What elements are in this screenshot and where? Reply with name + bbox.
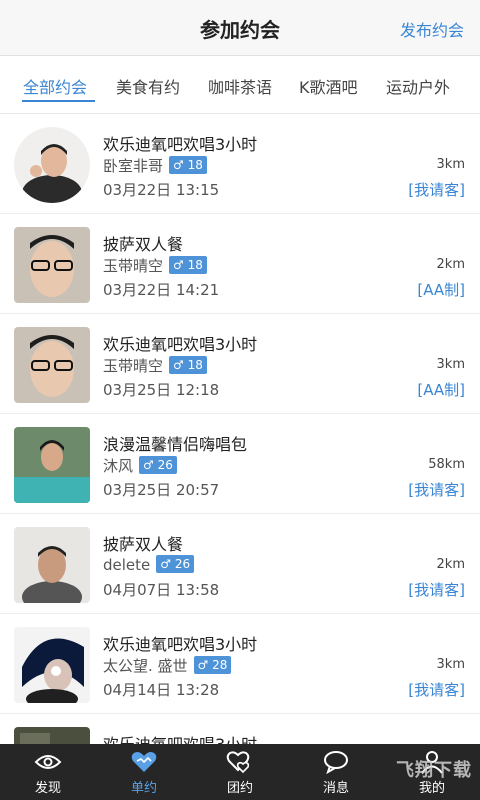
user-line: 卧室非哥 ♂ 18 [103, 155, 207, 176]
tab-coffee-tea[interactable]: 咖啡茶语 [208, 74, 272, 98]
gender-age-badge: ♂ 18 [169, 356, 207, 374]
publish-date-button[interactable]: 发布约会 [400, 17, 464, 41]
list-item[interactable]: 浪漫温馨情侣嗨唱包 沐风 ♂ 26 03月25日 20:57 58km [我请客] [0, 414, 480, 514]
nav-label: 消息 [322, 781, 349, 796]
gender-age-badge: ♂ 18 [169, 256, 207, 274]
avatar [14, 727, 90, 744]
payment-type: [我请客] [408, 481, 465, 499]
date-title: 披萨双人餐 [103, 535, 184, 554]
date-time: 04月07日 13:58 [103, 581, 220, 599]
age: 26 [174, 557, 191, 571]
list-item[interactable]: 欢乐迪氧吧欢唱3小时 太公望. 盛世 ♂ 28 04月14日 13:28 3km … [0, 614, 480, 714]
user-line: 沐风 ♂ 26 [103, 455, 177, 476]
user-line: delete ♂ 26 [103, 555, 195, 574]
avatar [14, 227, 90, 303]
date-time: 03月22日 14:21 [103, 281, 220, 299]
distance: 2km [436, 557, 465, 572]
tab-sports-outdoor[interactable]: 运动户外 [386, 74, 450, 98]
gender-age-badge: ♂ 26 [139, 456, 177, 474]
avatar [14, 127, 90, 203]
username: delete [103, 556, 151, 574]
username: 玉带晴空 [103, 357, 164, 375]
date-time: 04月14日 13:28 [103, 681, 220, 699]
group-heart-icon [226, 750, 254, 774]
eye-icon [34, 750, 62, 774]
gender-age-badge: ♂ 28 [193, 656, 232, 674]
male-icon: ♂ [173, 258, 184, 272]
male-icon: ♂ [143, 458, 154, 472]
tab-ktv-bar[interactable]: K歌酒吧 [299, 74, 358, 98]
list-item[interactable]: 欢乐迪氧吧欢唱3小时 [0, 714, 480, 744]
username: 沐风 [103, 457, 134, 475]
date-title: 欢乐迪氧吧欢唱3小时 [103, 335, 258, 354]
user-line: 玉带晴空 ♂ 18 [103, 355, 207, 376]
nav-messages[interactable]: 消息 [288, 744, 384, 800]
payment-type: [AA制] [417, 281, 465, 299]
date-time: 03月25日 20:57 [103, 481, 220, 499]
date-time: 03月22日 13:15 [103, 181, 220, 199]
payment-type: [我请客] [408, 181, 465, 199]
distance: 58km [428, 457, 465, 472]
active-tab-indicator [22, 100, 95, 102]
payment-type: [AA制] [417, 381, 465, 399]
avatar [14, 327, 90, 403]
distance: 3km [436, 657, 465, 672]
tab-food[interactable]: 美食有约 [116, 74, 180, 98]
male-icon: ♂ [173, 358, 184, 372]
date-time: 03月25日 12:18 [103, 381, 220, 399]
category-tabs: 全部约会 美食有约 咖啡茶语 K歌酒吧 运动户外 [0, 56, 480, 114]
user-line: 玉带晴空 ♂ 18 [103, 255, 207, 276]
user-line: 太公望. 盛世 ♂ 28 [103, 655, 232, 676]
male-icon: ♂ [160, 557, 172, 571]
avatar [14, 427, 90, 503]
date-title: 欢乐迪氧吧欢唱3小时 [103, 731, 257, 744]
avatar [14, 627, 90, 703]
distance: 3km [436, 357, 465, 372]
date-title: 欢乐迪氧吧欢唱3小时 [103, 135, 258, 154]
distance: 3km [436, 157, 465, 172]
payment-type: [我请客] [408, 581, 465, 599]
male-icon: ♂ [197, 658, 209, 672]
nav-label: 发现 [34, 781, 61, 796]
nav-single-date[interactable]: 单约 [96, 744, 192, 800]
age: 18 [187, 258, 203, 272]
list-item[interactable]: 欢乐迪氧吧欢唱3小时 玉带晴空 ♂ 18 03月25日 12:18 3km [AA… [0, 314, 480, 414]
payment-type: [我请客] [408, 681, 465, 699]
nav-label: 单约 [130, 781, 157, 796]
nav-label: 团约 [226, 781, 253, 796]
avatar [14, 527, 90, 603]
heart-icon [130, 750, 158, 774]
distance: 2km [436, 257, 465, 272]
nav-group-date[interactable]: 团约 [192, 744, 288, 800]
age: 18 [187, 358, 203, 372]
watermark-logo: 飞翔下载 [396, 760, 472, 781]
chat-bubble-icon [322, 750, 350, 774]
list-item[interactable]: 披萨双人餐 玉带晴空 ♂ 18 03月22日 14:21 2km [AA制] [0, 214, 480, 314]
nav-discover[interactable]: 发现 [0, 744, 96, 800]
age: 18 [187, 158, 203, 172]
gender-age-badge: ♂ 18 [169, 156, 207, 174]
age: 28 [212, 658, 228, 672]
username: 卧室非哥 [103, 157, 164, 175]
date-title: 披萨双人餐 [103, 235, 184, 254]
tab-all[interactable]: 全部约会 [23, 74, 87, 98]
age: 26 [157, 458, 173, 472]
date-list: 欢乐迪氧吧欢唱3小时 卧室非哥 ♂ 18 03月22日 13:15 3km [我请… [0, 114, 480, 744]
gender-age-badge: ♂ 26 [156, 555, 195, 573]
date-title: 欢乐迪氧吧欢唱3小时 [103, 635, 258, 654]
username: 太公望. 盛世 [103, 657, 188, 675]
list-item[interactable]: 欢乐迪氧吧欢唱3小时 卧室非哥 ♂ 18 03月22日 13:15 3km [我请… [0, 114, 480, 214]
top-bar: 参加约会 发布约会 [0, 0, 480, 56]
username: 玉带晴空 [103, 257, 164, 275]
male-icon: ♂ [173, 158, 184, 172]
list-item[interactable]: 披萨双人餐 delete ♂ 26 04月07日 13:58 2km [我请客] [0, 514, 480, 614]
date-title: 浪漫温馨情侣嗨唱包 [103, 435, 248, 454]
